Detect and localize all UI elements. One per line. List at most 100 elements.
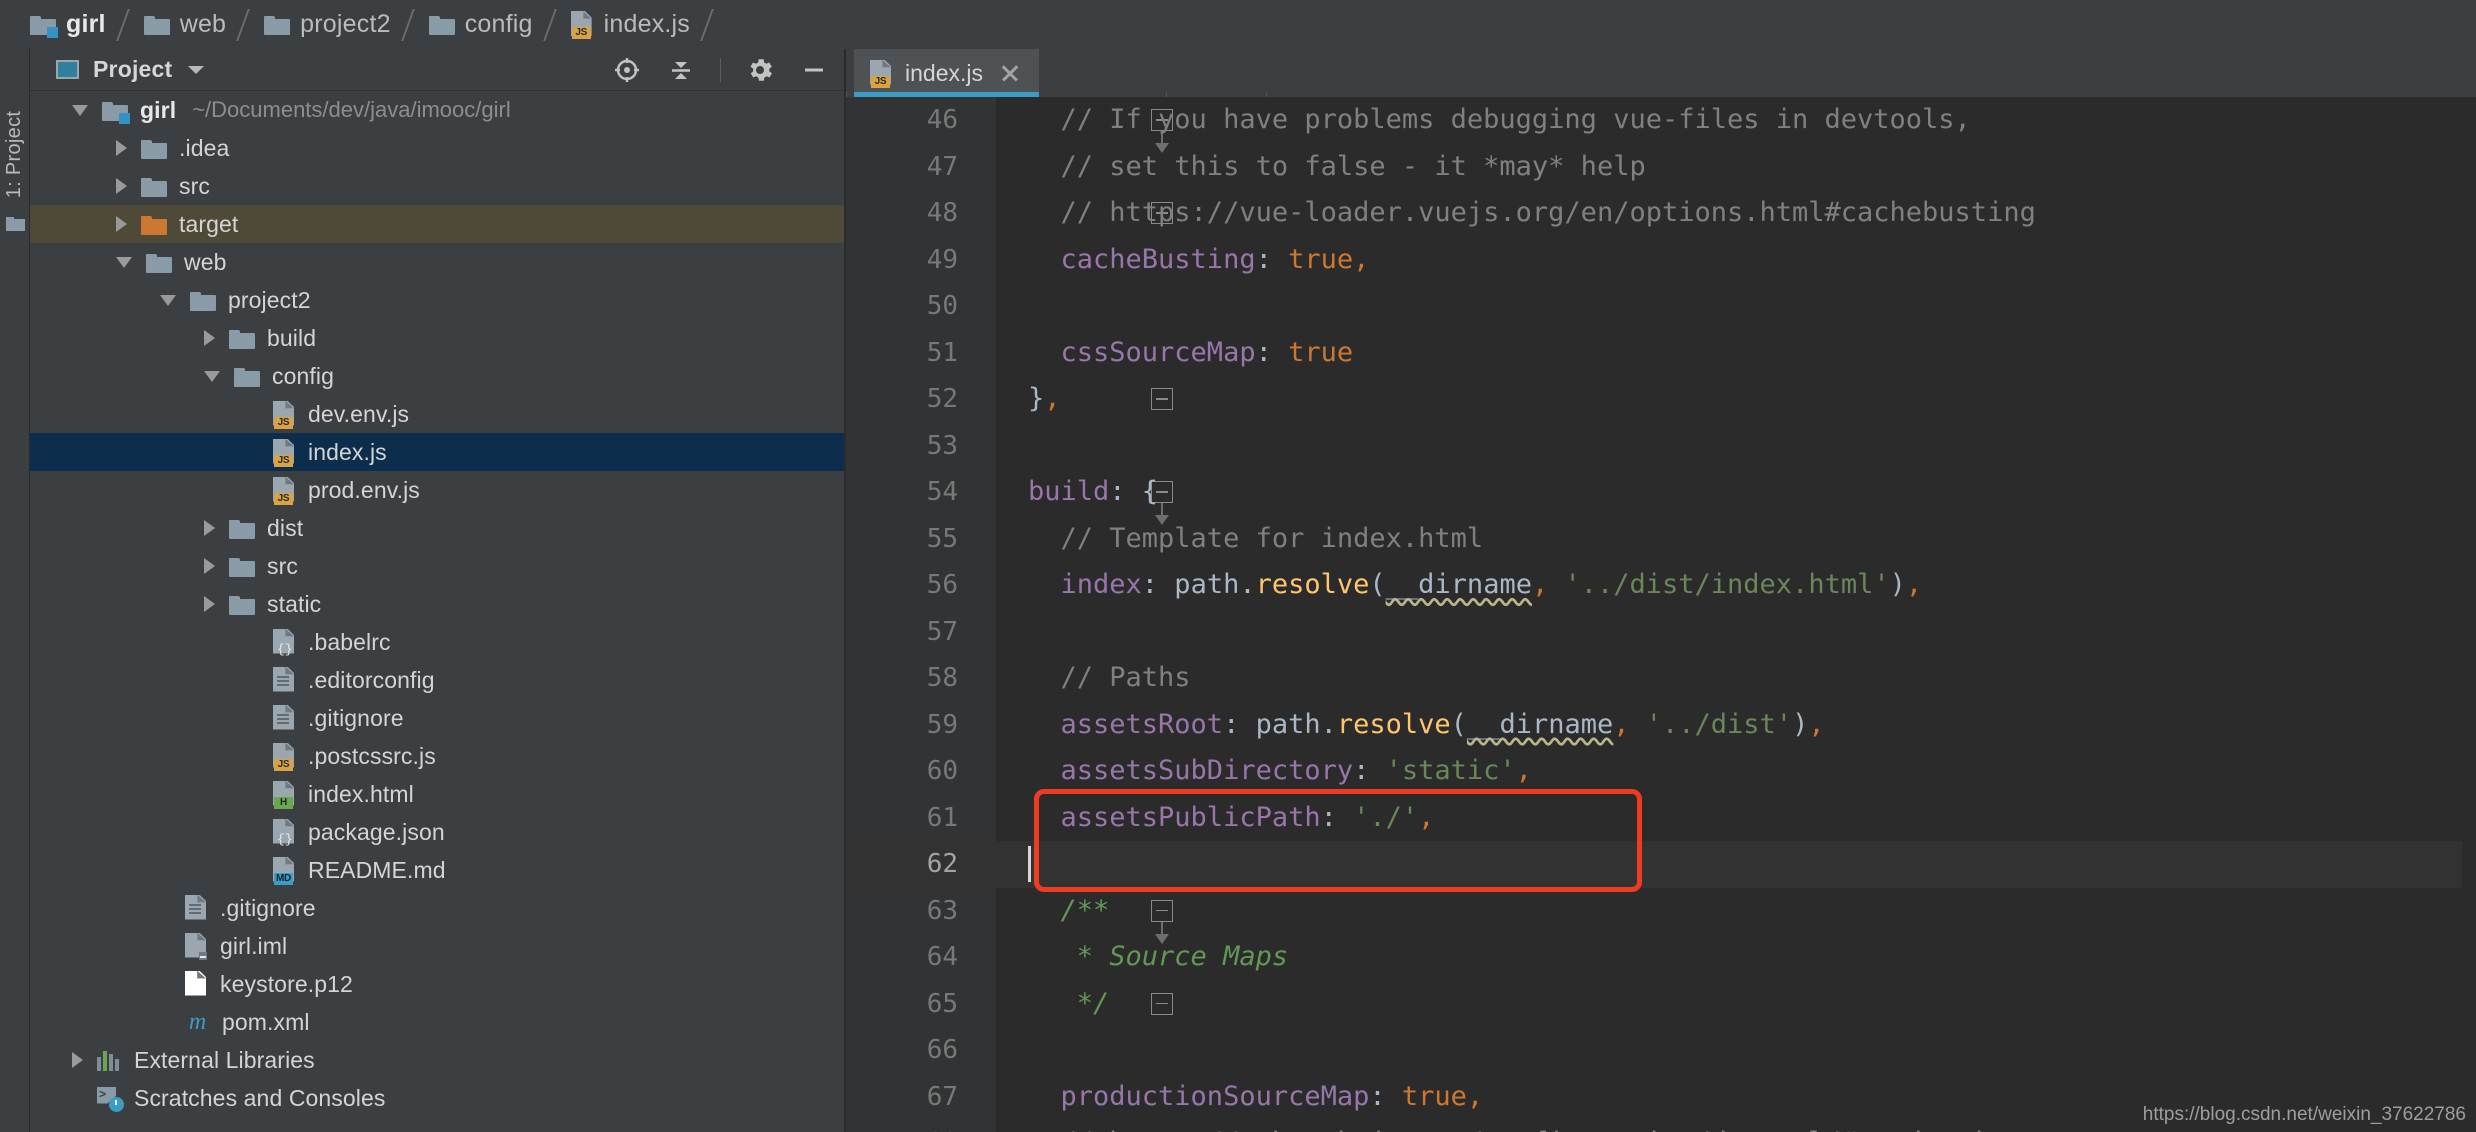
breadcrumb-item-web[interactable]: web xyxy=(143,0,226,49)
editor-area: JS index.js 46 // If you have problems d… xyxy=(846,49,2476,1132)
chevron-right-icon[interactable] xyxy=(204,520,215,536)
tree-row[interactable]: MD README.md xyxy=(30,851,845,889)
chevron-right-icon[interactable] xyxy=(116,178,127,194)
minimize-icon[interactable] xyxy=(799,55,829,85)
code-line[interactable]: 59 assetsRoot: path.resolve(__dirname, '… xyxy=(846,702,2476,749)
tree-row[interactable]: JS .postcssrc.js xyxy=(30,737,845,775)
code-line[interactable]: 54 build: { xyxy=(846,469,2476,516)
code-text: assetsSubDirectory: 'static', xyxy=(1028,755,1532,786)
code-line[interactable]: 64 * Source Maps xyxy=(846,934,2476,981)
code-line[interactable]: 57 xyxy=(846,609,2476,656)
breadcrumb-separator-icon xyxy=(112,0,138,49)
tree-row[interactable]: src xyxy=(30,167,845,205)
code-line[interactable]: 61 assetsPublicPath: './', xyxy=(846,795,2476,842)
tree-row[interactable]: External Libraries xyxy=(30,1041,845,1079)
tab-index-js[interactable]: JS index.js xyxy=(854,49,1039,97)
chevron-down-icon[interactable] xyxy=(160,294,176,306)
code-line[interactable]: 66 xyxy=(846,1027,2476,1074)
code-line[interactable]: 55 // Template for index.html xyxy=(846,516,2476,563)
tree-row[interactable]: {} .babelrc xyxy=(30,623,845,661)
close-icon[interactable] xyxy=(999,62,1021,84)
code-line[interactable]: 51 cssSourceMap: true xyxy=(846,330,2476,377)
breadcrumb-item-index-js[interactable]: JS index.js xyxy=(570,0,690,49)
tree-row[interactable]: .idea xyxy=(30,129,845,167)
chevron-down-icon[interactable] xyxy=(204,370,220,382)
tree-row[interactable]: static xyxy=(30,585,845,623)
tree-row[interactable]: dist xyxy=(30,509,845,547)
project-tree[interactable]: girl ~/Documents/dev/java/imooc/girl .idea… xyxy=(30,91,845,1132)
js-file-icon: JS xyxy=(273,400,296,429)
breadcrumb-item-project2[interactable]: project2 xyxy=(264,0,391,49)
code-line[interactable]: 56 index: path.resolve(__dirname, '../di… xyxy=(846,562,2476,609)
tree-row[interactable]: girl ~/Documents/dev/java/imooc/girl xyxy=(30,91,845,129)
chevron-down-icon[interactable] xyxy=(116,256,132,268)
tree-row[interactable]: config xyxy=(30,357,845,395)
code-line[interactable]: 50 xyxy=(846,283,2476,330)
tree-row[interactable]: girl.iml xyxy=(30,927,845,965)
tree-row-label: static xyxy=(267,590,322,617)
collapse-all-icon[interactable] xyxy=(666,55,696,85)
chevron-right-icon[interactable] xyxy=(204,558,215,574)
code-line[interactable]: 58 // Paths xyxy=(846,655,2476,702)
code-text: }, xyxy=(1028,383,1061,414)
tree-row[interactable]: .gitignore xyxy=(30,889,845,927)
chevron-down-icon[interactable] xyxy=(72,104,88,116)
tree-row[interactable]: JS prod.env.js xyxy=(30,471,845,509)
tree-row[interactable]: > Scratches and Consoles xyxy=(30,1079,845,1117)
tree-row[interactable]: Hindex.html xyxy=(30,775,845,813)
tree-row-label: README.md xyxy=(308,856,446,883)
line-number: 63 xyxy=(926,895,958,926)
tree-row[interactable]: project2 xyxy=(30,281,845,319)
breadcrumb-separator-icon xyxy=(696,0,722,49)
folder-icon xyxy=(146,252,172,273)
line-number: 51 xyxy=(926,337,958,368)
code-line[interactable]: 60 assetsSubDirectory: 'static', xyxy=(846,748,2476,795)
code-line[interactable]: 49 cacheBusting: true, xyxy=(846,237,2476,284)
chevron-right-icon[interactable] xyxy=(204,596,215,612)
tree-row[interactable]: JS index.js xyxy=(30,433,845,471)
tree-row[interactable]: .editorconfig xyxy=(30,661,845,699)
tree-row[interactable]: {} package.json xyxy=(30,813,845,851)
tree-row[interactable]: JS dev.env.js xyxy=(30,395,845,433)
breadcrumb-item-girl[interactable]: girl xyxy=(30,0,106,49)
breadcrumb-separator-icon xyxy=(397,0,423,49)
tree-row[interactable]: src xyxy=(30,547,845,585)
tree-row[interactable]: m pom.xml xyxy=(30,1003,845,1041)
code-line[interactable]: 47 // set this to false - it *may* help xyxy=(846,144,2476,191)
code-line[interactable]: 46 // If you have problems debugging vue… xyxy=(846,97,2476,144)
code-line[interactable]: 63 /** xyxy=(846,888,2476,935)
chevron-right-icon[interactable] xyxy=(204,330,215,346)
gear-icon[interactable] xyxy=(745,55,775,85)
editor-scrollbar[interactable] xyxy=(2462,97,2476,1132)
code-line[interactable]: 53 xyxy=(846,423,2476,470)
code-line[interactable]: 48 // https://vue-loader.vuejs.org/en/op… xyxy=(846,190,2476,237)
code-content[interactable]: 46 // If you have problems debugging vue… xyxy=(846,97,2476,1132)
line-number: 54 xyxy=(926,477,958,507)
tree-row[interactable]: target xyxy=(30,205,845,243)
tree-row[interactable]: web xyxy=(30,243,845,281)
tree-row[interactable]: keystore.p12 xyxy=(30,965,845,1003)
chevron-right-icon[interactable] xyxy=(72,1052,83,1068)
code-line[interactable]: 52}, xyxy=(846,376,2476,423)
tree-row[interactable]: .gitignore xyxy=(30,699,845,737)
line-number: 62 xyxy=(926,849,958,879)
breadcrumb-item-config[interactable]: config xyxy=(428,0,533,49)
code-line[interactable]: 65 */ xyxy=(846,981,2476,1028)
chevron-down-icon[interactable] xyxy=(188,65,205,74)
folder-orange-icon xyxy=(141,214,167,235)
locate-file-icon[interactable] xyxy=(612,55,642,85)
chevron-right-icon[interactable] xyxy=(116,140,127,156)
code-text: // Paths xyxy=(1028,662,1191,693)
code-line[interactable]: 62 xyxy=(846,841,2476,888)
chevron-right-icon[interactable] xyxy=(116,216,127,232)
code-editor[interactable]: 46 // If you have problems debugging vue… xyxy=(846,97,2476,1132)
tree-row-label: index.js xyxy=(308,438,387,465)
tool-window-label: 1: Project xyxy=(3,110,26,198)
tree-row[interactable]: build xyxy=(30,319,845,357)
